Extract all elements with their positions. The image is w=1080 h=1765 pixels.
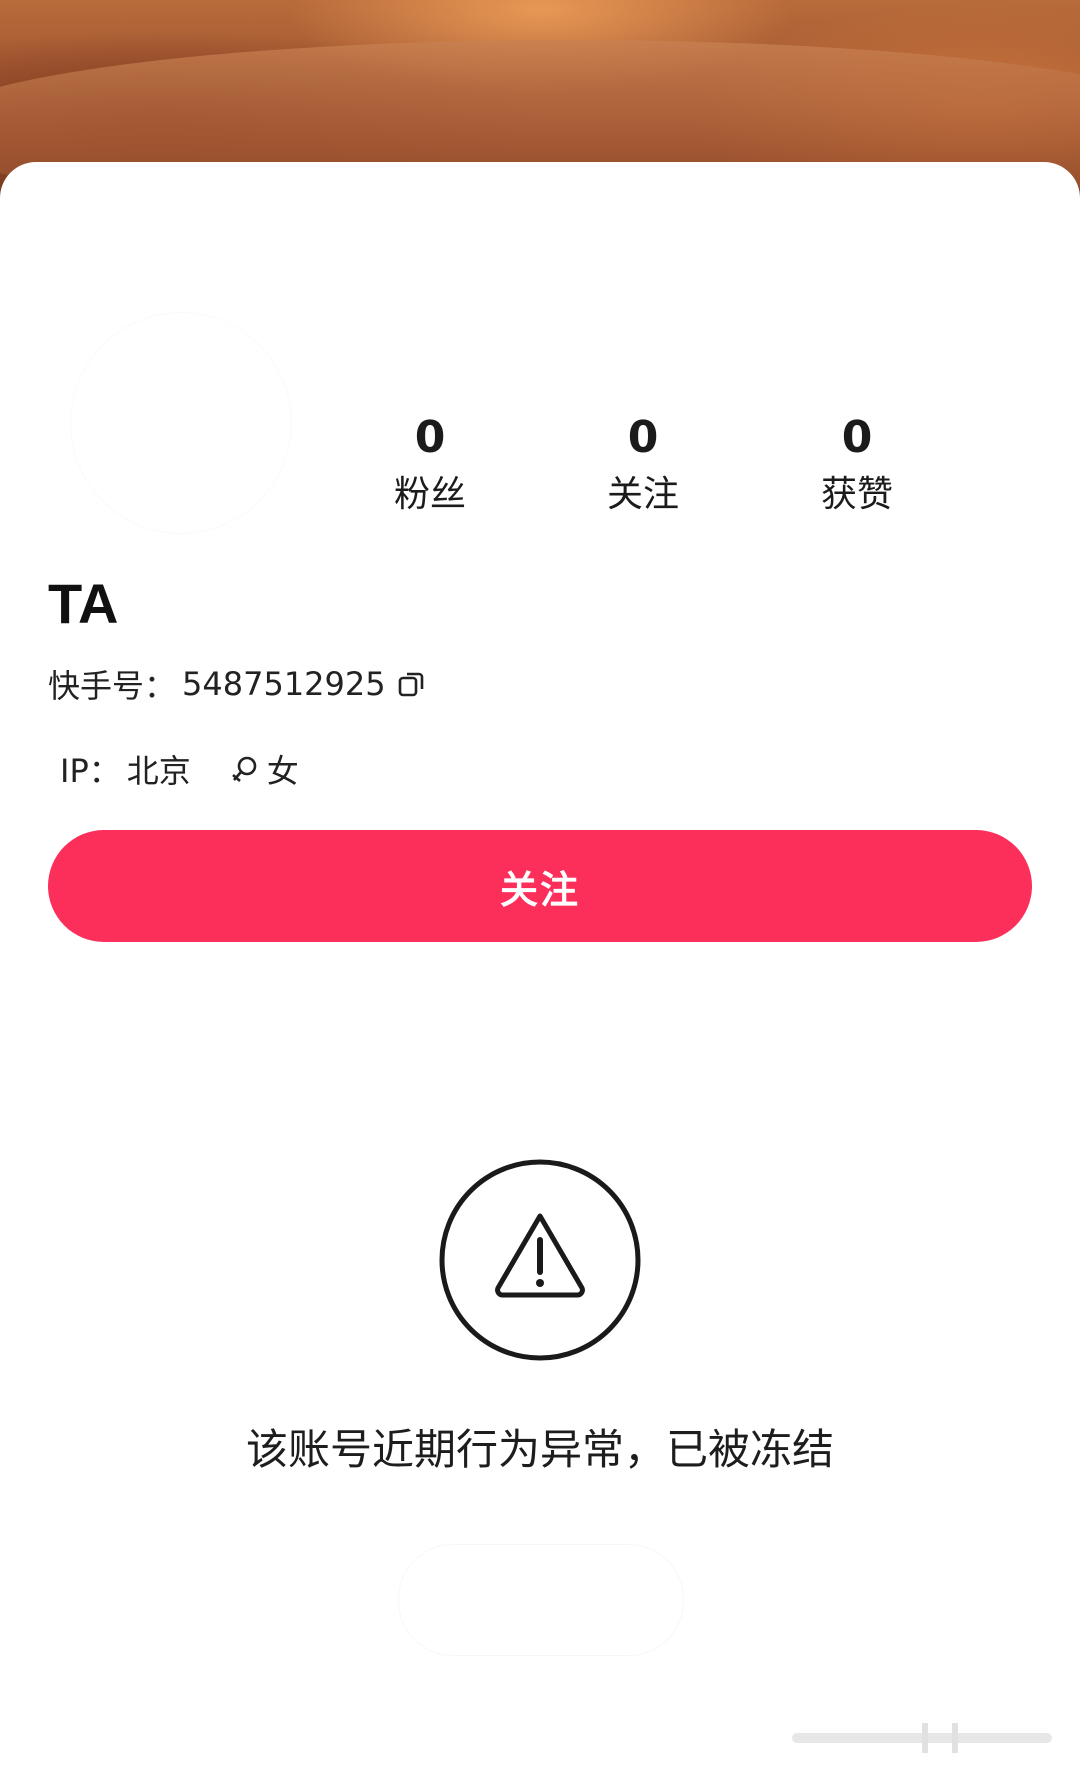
follow-button[interactable]: 关注 bbox=[48, 830, 1032, 942]
stat-following-label: 关注 bbox=[606, 474, 679, 515]
copy-icon[interactable] bbox=[398, 670, 426, 698]
warning-icon bbox=[439, 1159, 641, 1361]
frozen-notice: 该账号近期行为异常，已被冻结 bbox=[245, 1425, 834, 1474]
stat-fans[interactable]: 0 粉丝 bbox=[340, 412, 520, 516]
stat-likes[interactable]: 0 获赞 bbox=[767, 412, 947, 516]
kuaishou-id-label: 快手号： bbox=[48, 667, 177, 705]
stat-likes-value: 0 bbox=[841, 412, 873, 463]
faint-action-button[interactable] bbox=[398, 1544, 684, 1656]
stats-row: 0 粉丝 0 关注 0 获赞 bbox=[340, 412, 1040, 532]
kuaishou-id-row: 快手号： 5487512925 bbox=[48, 662, 426, 706]
stat-fans-label: 粉丝 bbox=[393, 474, 466, 515]
meta-row: IP： 北京 女 bbox=[60, 747, 299, 791]
female-icon bbox=[231, 756, 257, 782]
gender-label: 女 bbox=[266, 752, 299, 790]
avatar[interactable] bbox=[70, 312, 292, 534]
username: TA bbox=[48, 572, 119, 635]
stat-following[interactable]: 0 关注 bbox=[553, 412, 733, 516]
stat-likes-label: 获赞 bbox=[820, 474, 893, 515]
stat-following-value: 0 bbox=[627, 412, 659, 463]
kuaishou-id-value: 5487512925 bbox=[182, 665, 386, 703]
ip-location: 北京 bbox=[126, 752, 191, 790]
profile-page: 0 粉丝 0 关注 0 获赞 TA 快手号： 5487512925 IP： 北京… bbox=[0, 0, 1080, 1765]
gender-tag: 女 bbox=[231, 746, 299, 792]
profile-card: 0 粉丝 0 关注 0 获赞 TA 快手号： 5487512925 IP： 北京… bbox=[0, 162, 1080, 1765]
watermark-logo bbox=[792, 1723, 1052, 1753]
stat-fans-value: 0 bbox=[414, 412, 446, 463]
ip-label: IP： bbox=[60, 752, 121, 790]
